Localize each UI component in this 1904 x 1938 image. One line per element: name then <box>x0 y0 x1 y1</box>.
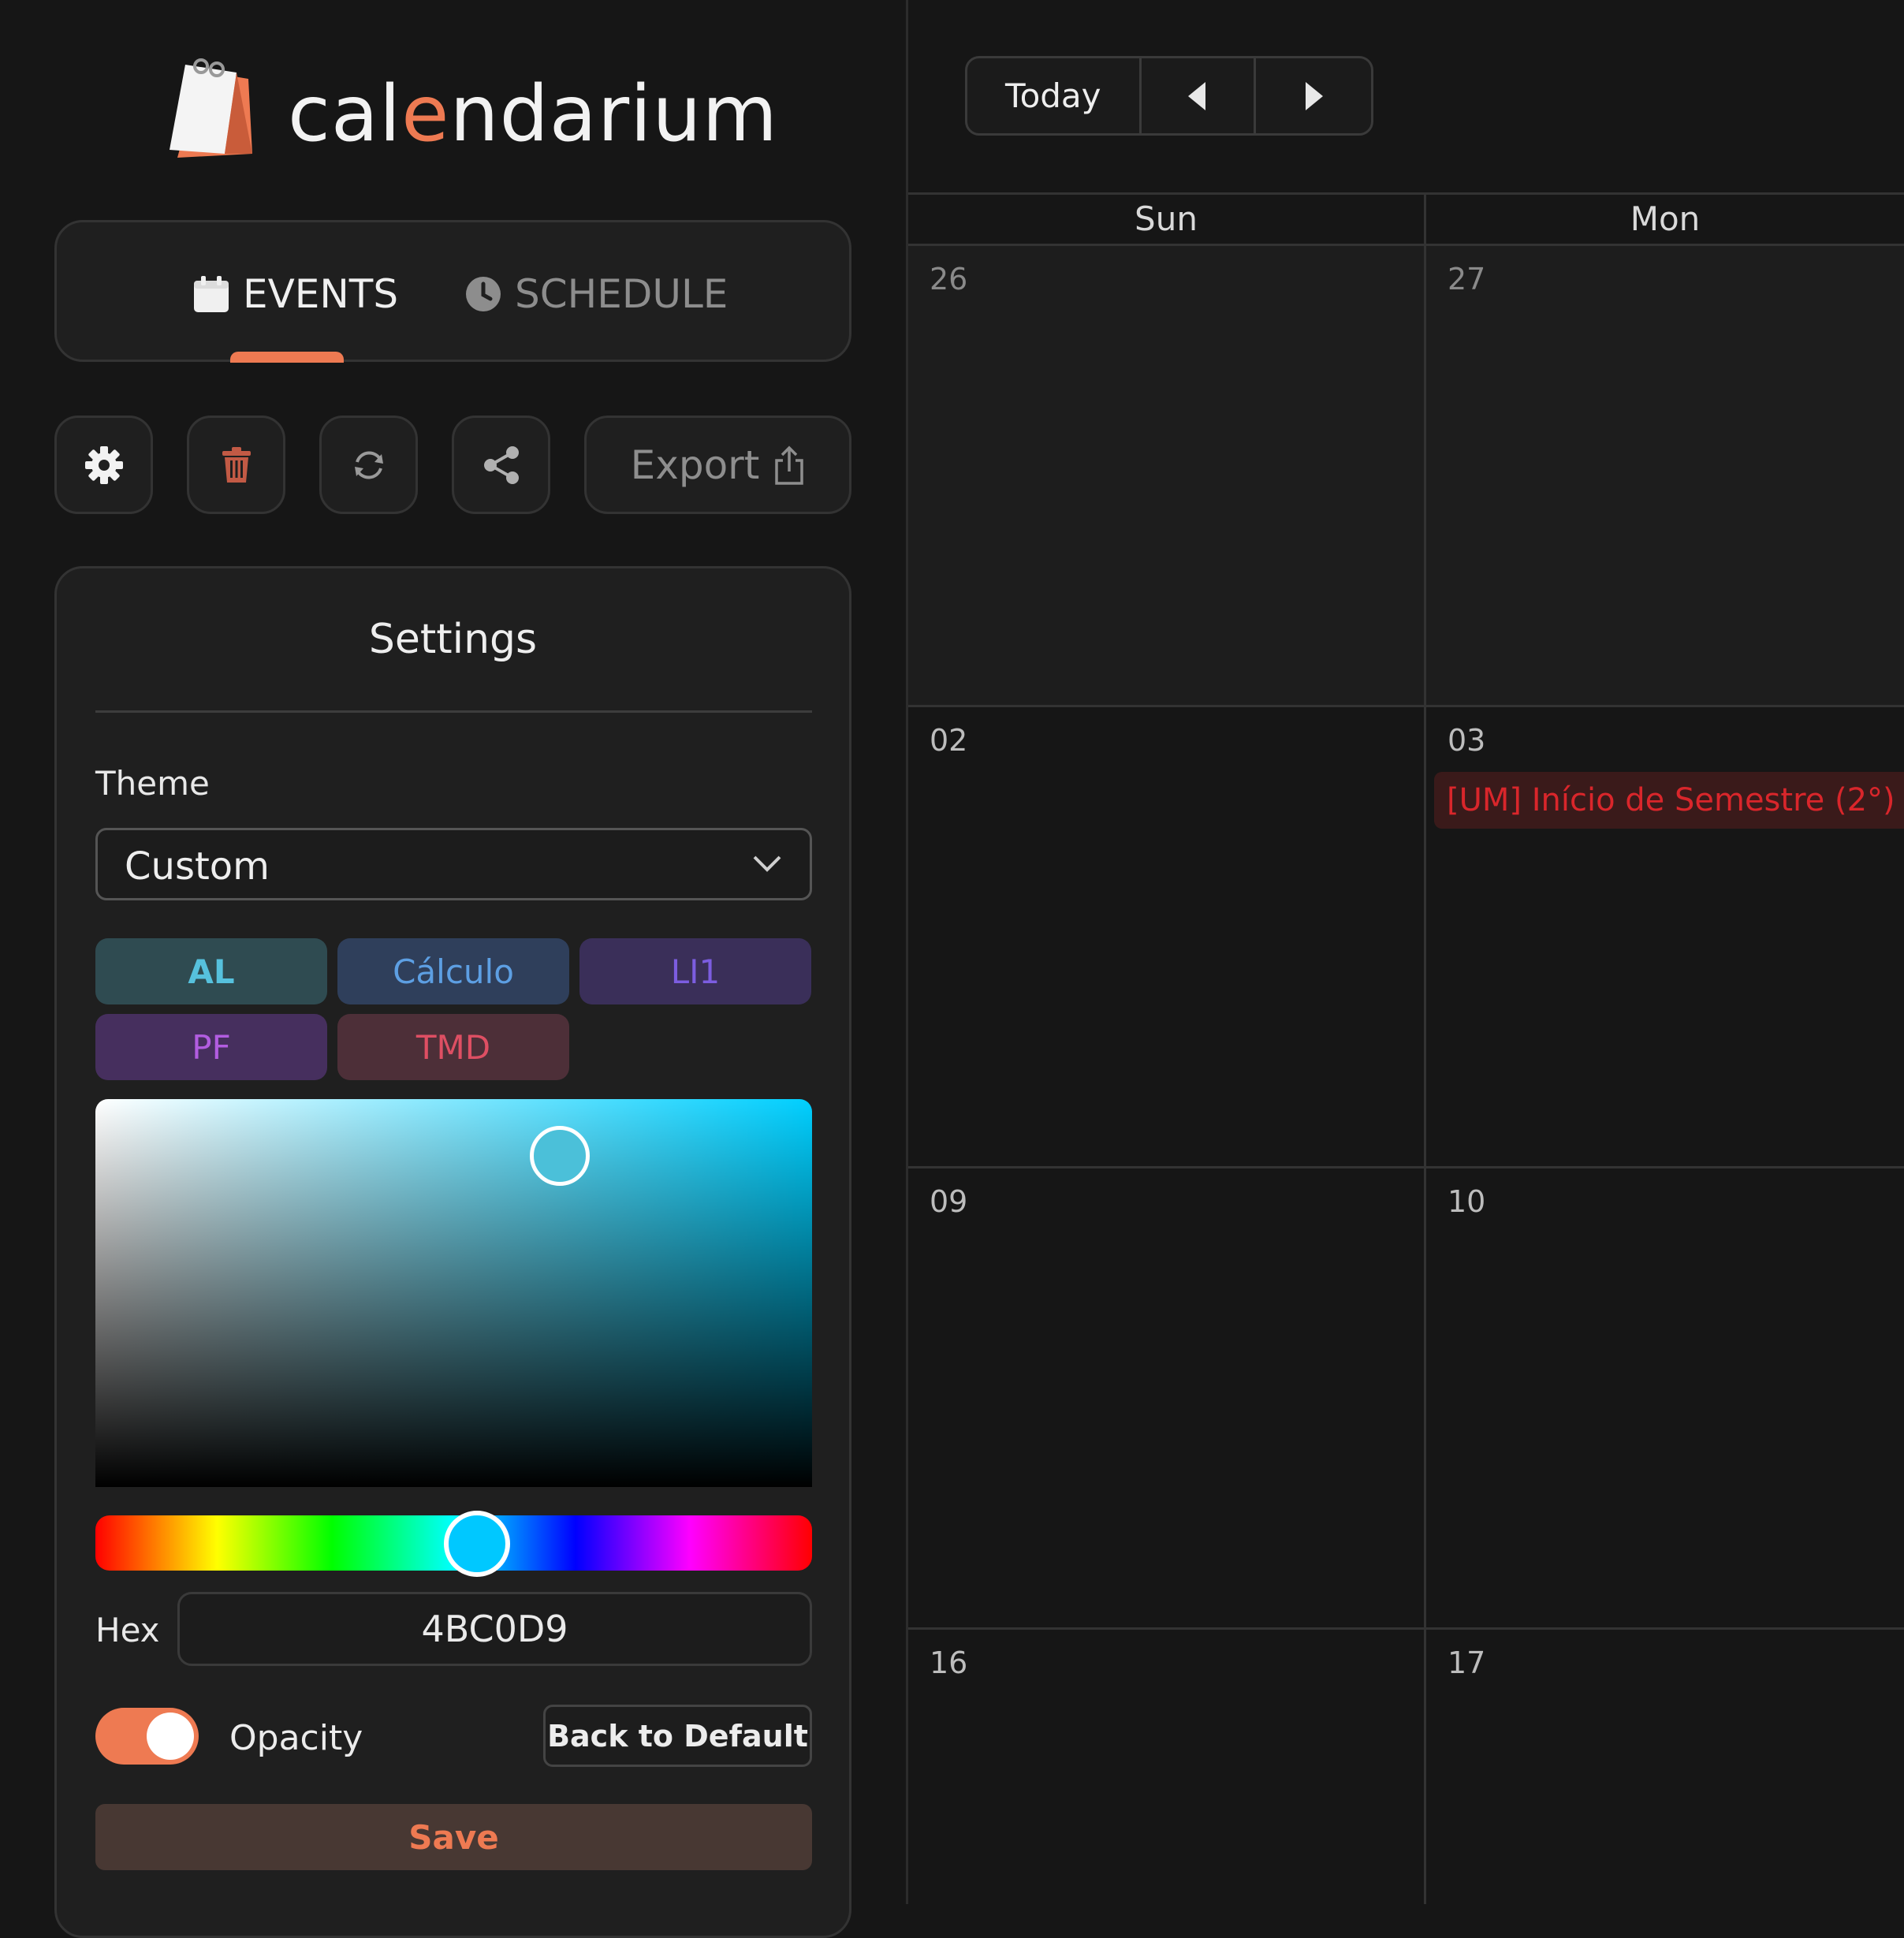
delete-button[interactable] <box>187 416 285 514</box>
app-logo-text: calendarium <box>288 69 778 159</box>
back-to-default-button[interactable]: Back to Default <box>543 1705 812 1767</box>
day-cell[interactable]: 09 <box>908 1168 1426 1630</box>
day-number: 09 <box>930 1184 968 1219</box>
calendar-grid: Sun Mon 26 27 02 03 [UM] Início de Semes… <box>908 192 1904 1904</box>
theme-select[interactable]: Custom <box>95 828 812 900</box>
subject-chip-tmd[interactable]: TMD <box>337 1014 569 1080</box>
refresh-icon <box>354 451 383 479</box>
saturation-handle[interactable] <box>530 1126 590 1186</box>
arrow-right-icon <box>1306 81 1324 110</box>
day-cell[interactable]: 03 [UM] Início de Semestre (2°) <box>1426 707 1904 1168</box>
trash-icon <box>222 446 251 483</box>
calendar-nav: Today <box>965 56 1373 136</box>
hex-label: Hex <box>95 1611 160 1649</box>
day-header-sun: Sun <box>908 192 1426 246</box>
settings-title: Settings <box>368 616 538 663</box>
calendar-logo-icon <box>170 58 252 158</box>
subject-chip-calculo[interactable]: Cálculo <box>337 938 569 1004</box>
opacity-label: Opacity <box>229 1718 363 1758</box>
subject-chip-pf[interactable]: PF <box>95 1014 327 1080</box>
clock-icon <box>466 277 501 311</box>
chevron-down-icon <box>753 855 781 872</box>
tab-events[interactable]: EVENTS <box>192 271 398 317</box>
next-button[interactable] <box>1256 58 1371 133</box>
subject-chip-li1[interactable]: LI1 <box>579 938 811 1004</box>
sidebar: calendarium EVENTS SCHEDULE Export Setti… <box>0 0 908 1938</box>
theme-label: Theme <box>95 764 210 803</box>
prev-button[interactable] <box>1142 58 1257 133</box>
hue-handle[interactable] <box>444 1511 510 1577</box>
day-cell[interactable]: 02 <box>908 707 1426 1168</box>
day-cell[interactable]: 27 <box>1426 246 1904 707</box>
gear-icon <box>84 445 123 484</box>
settings-divider <box>95 710 812 713</box>
view-tabs: EVENTS SCHEDULE <box>54 220 851 363</box>
subject-chip-label: AL <box>188 952 235 991</box>
tab-schedule[interactable]: SCHEDULE <box>464 271 728 317</box>
opacity-toggle[interactable] <box>95 1708 199 1765</box>
day-number: 27 <box>1448 262 1486 296</box>
subject-chip-label: PF <box>192 1027 231 1067</box>
day-header-mon: Mon <box>1426 192 1904 246</box>
export-label: Export <box>630 442 760 488</box>
export-button[interactable]: Export <box>584 416 851 514</box>
day-cell[interactable]: 26 <box>908 246 1426 707</box>
calendar-event[interactable]: [UM] Início de Semestre (2°) <box>1434 772 1904 829</box>
day-cell[interactable]: 16 <box>908 1630 1426 1904</box>
share-button[interactable] <box>452 416 550 514</box>
day-number: 17 <box>1448 1645 1486 1680</box>
day-number: 03 <box>1448 723 1486 758</box>
color-saturation-area[interactable] <box>95 1099 812 1487</box>
arrow-left-icon <box>1187 81 1205 110</box>
day-number: 26 <box>930 262 968 296</box>
toggle-knob <box>147 1713 194 1760</box>
day-number: 10 <box>1448 1184 1486 1219</box>
save-button[interactable]: Save <box>95 1804 812 1870</box>
subject-chip-label: TMD <box>415 1027 491 1067</box>
hex-input[interactable]: 4BC0D9 <box>177 1592 812 1666</box>
subject-chip-al[interactable]: AL <box>95 938 327 1004</box>
day-cell[interactable]: 17 <box>1426 1630 1904 1904</box>
active-tab-indicator <box>230 352 344 363</box>
tab-events-label: EVENTS <box>243 271 399 317</box>
upload-icon <box>775 445 804 485</box>
day-number: 16 <box>930 1645 968 1680</box>
settings-panel: Settings Theme Custom AL Cálculo LI1 PF … <box>54 566 851 1938</box>
theme-select-value: Custom <box>125 844 270 889</box>
day-number: 02 <box>930 723 968 758</box>
calendar-icon <box>194 276 229 312</box>
today-button[interactable]: Today <box>967 58 1142 133</box>
sync-button[interactable] <box>319 416 418 514</box>
settings-button[interactable] <box>54 416 153 514</box>
subject-chip-label: Cálculo <box>393 952 514 991</box>
day-cell[interactable]: 10 <box>1426 1168 1904 1630</box>
tab-schedule-label: SCHEDULE <box>515 271 728 317</box>
subject-chip-label: LI1 <box>670 952 721 991</box>
share-icon <box>483 445 519 484</box>
